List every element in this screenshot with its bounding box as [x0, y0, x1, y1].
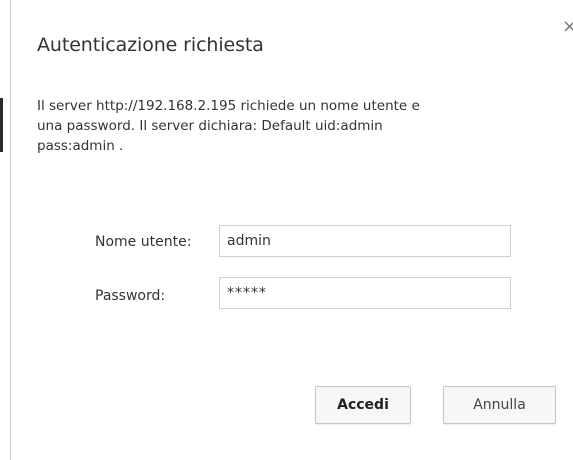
- message-line: una password. Il server dichiara: Defaul…: [37, 118, 383, 134]
- message-line: pass:admin .: [37, 138, 124, 154]
- username-label: Nome utente:: [95, 234, 192, 250]
- message-line: Il server http://192.168.2.195 richiede …: [37, 98, 420, 114]
- close-icon[interactable]: ×: [562, 18, 573, 36]
- username-input[interactable]: [219, 225, 511, 257]
- password-label: Password:: [95, 288, 166, 304]
- auth-dialog: × Autenticazione richiesta Il server htt…: [10, 0, 573, 460]
- login-button[interactable]: Accedi: [315, 386, 411, 424]
- window-edge: [0, 98, 3, 152]
- password-input[interactable]: [219, 277, 511, 309]
- cancel-button[interactable]: Annulla: [443, 386, 556, 424]
- dialog-title: Autenticazione richiesta: [37, 34, 264, 56]
- dialog-message: Il server http://192.168.2.195 richiede …: [37, 96, 537, 156]
